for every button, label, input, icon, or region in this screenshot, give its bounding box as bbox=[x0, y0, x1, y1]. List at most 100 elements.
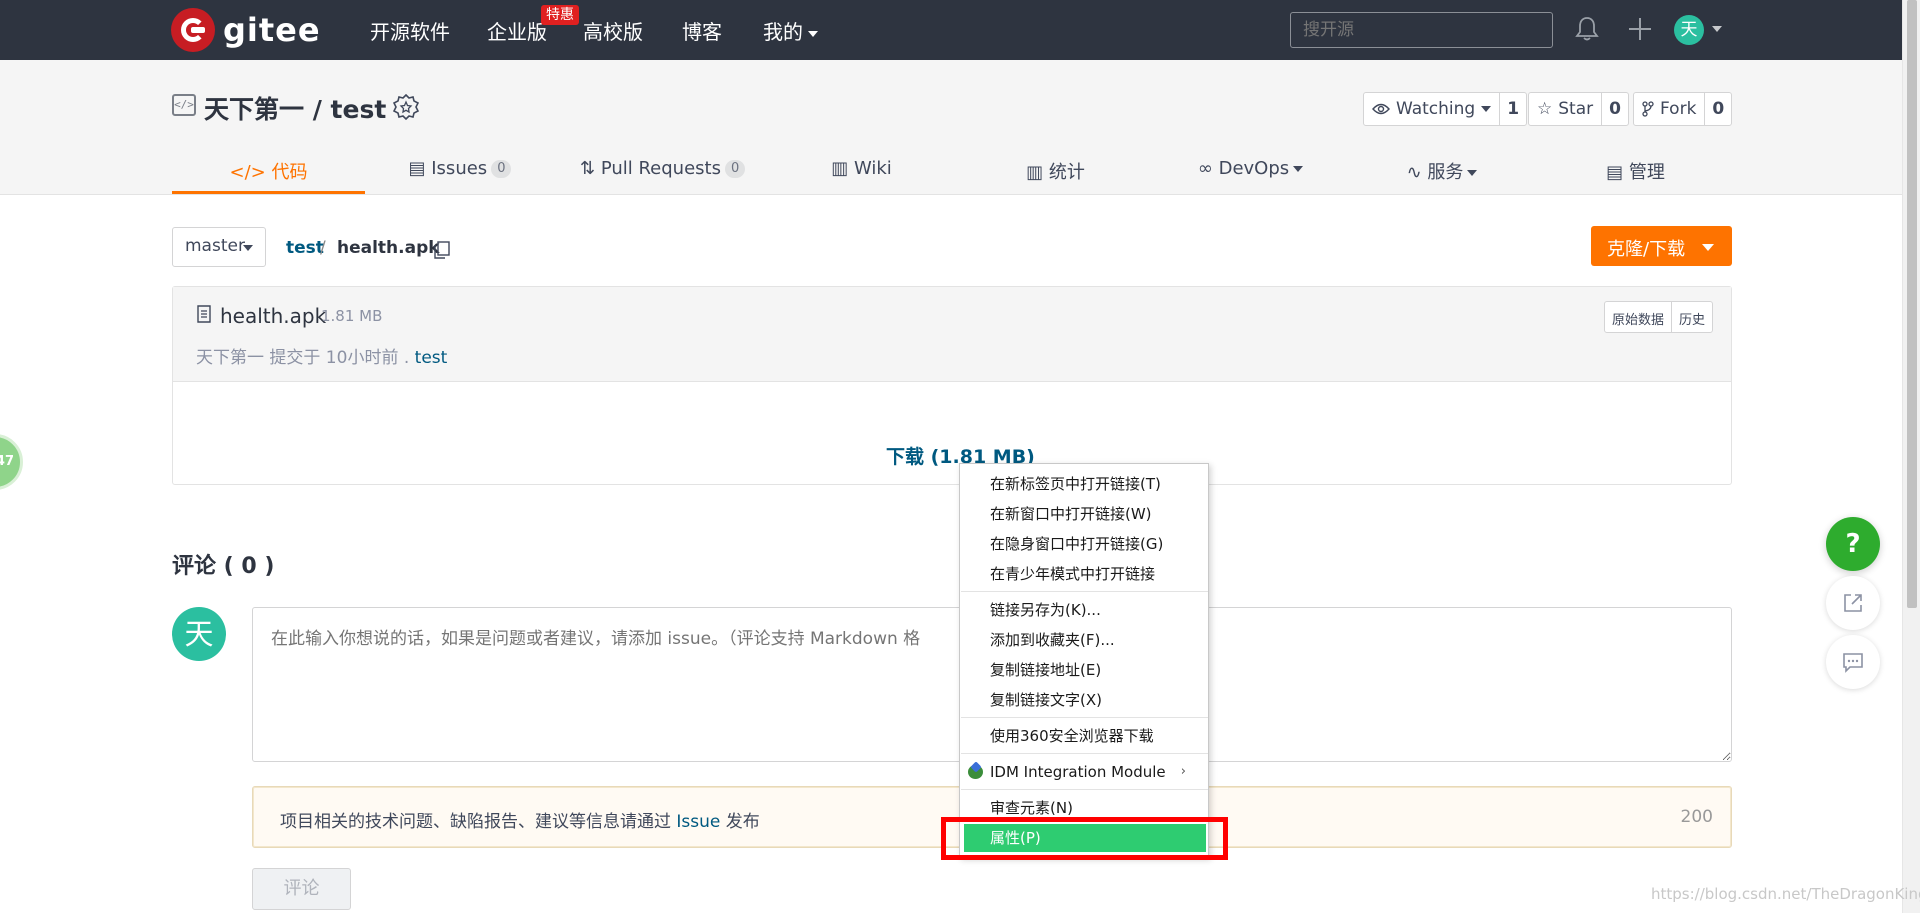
fork-icon bbox=[1642, 101, 1654, 117]
nav-item-university[interactable]: 高校版 bbox=[583, 16, 643, 45]
commit-author-time: 天下第一 提交于 10小时前 . bbox=[196, 348, 415, 368]
share-button[interactable] bbox=[1826, 576, 1880, 630]
file-viewer: health.apk 1.81 MB 天下第一 提交于 10小时前 . test… bbox=[172, 286, 1732, 485]
watch-button[interactable]: Watching bbox=[1364, 93, 1501, 125]
pulse-icon: ∿ bbox=[1406, 162, 1428, 183]
settings-doc-icon: ▤ bbox=[1606, 162, 1629, 183]
clone-download-label: 克隆/下载 bbox=[1607, 239, 1686, 260]
plus-icon[interactable] bbox=[1627, 16, 1653, 42]
watch-label: Watching bbox=[1396, 99, 1476, 119]
chevron-down-icon bbox=[1481, 106, 1492, 112]
chevron-down-icon bbox=[1467, 170, 1478, 176]
ctx-open-new-window[interactable]: 在新窗口中打开链接(W) bbox=[960, 500, 1208, 528]
pr-count: 0 bbox=[724, 160, 746, 178]
tab-stats[interactable]: ▥ 统计 bbox=[1023, 152, 1088, 194]
watch-count[interactable]: 1 bbox=[1500, 93, 1526, 125]
char-limit: 200 bbox=[1680, 807, 1713, 827]
nav-item-mine-label: 我的 bbox=[763, 20, 803, 44]
highlight-annotation-frame bbox=[941, 817, 1228, 860]
star-button[interactable]: ☆ Star bbox=[1529, 93, 1603, 125]
project-header: </> 天下第一 / test Watching 1 ☆ Star 0 Fork… bbox=[0, 60, 1902, 195]
breadcrumb-repo[interactable]: test bbox=[286, 238, 324, 258]
tab-pull-requests[interactable]: ⇅ Pull Requests 0 bbox=[580, 152, 746, 194]
breadcrumb-separator: / bbox=[320, 238, 326, 258]
tab-services-label: 服务 bbox=[1427, 162, 1464, 183]
copy-icon[interactable] bbox=[434, 241, 450, 259]
star-label: Star bbox=[1558, 99, 1594, 119]
book-icon: ▥ bbox=[831, 158, 854, 179]
tab-wiki[interactable]: ▥ Wiki bbox=[829, 152, 894, 194]
fork-count[interactable]: 0 bbox=[1705, 93, 1731, 125]
ctx-add-favorite[interactable]: 添加到收藏夹(F)... bbox=[960, 626, 1208, 654]
chevron-down-icon bbox=[1293, 166, 1304, 172]
comment-avatar: 天 bbox=[172, 607, 226, 661]
infinity-icon: ∞ bbox=[1197, 158, 1219, 179]
help-button[interactable]: ? bbox=[1826, 517, 1880, 571]
issues-count: 0 bbox=[491, 160, 512, 178]
star-count[interactable]: 0 bbox=[1602, 93, 1628, 125]
nav-item-blog[interactable]: 博客 bbox=[682, 16, 722, 45]
feedback-button[interactable] bbox=[1826, 635, 1880, 689]
clone-download-button[interactable]: 克隆/下载 bbox=[1591, 226, 1732, 266]
promo-badge: 特惠 bbox=[541, 5, 579, 25]
comments-title: 评论 ( 0 ) bbox=[172, 554, 275, 579]
fork-button[interactable]: Fork bbox=[1634, 93, 1706, 125]
chevron-down-icon bbox=[243, 245, 253, 251]
watch-button-group: Watching 1 bbox=[1363, 92, 1528, 126]
tab-issues-label: Issues bbox=[431, 158, 488, 179]
scrollbar-thumb[interactable] bbox=[1907, 0, 1917, 608]
floating-counter-badge[interactable]: 47 bbox=[0, 434, 23, 490]
ctx-idm-module[interactable]: IDM Integration Module › bbox=[960, 758, 1208, 786]
issues-icon: ▤ bbox=[408, 158, 432, 179]
file-icon bbox=[197, 305, 211, 323]
chevron-down-icon bbox=[808, 30, 818, 37]
ctx-open-incognito[interactable]: 在隐身窗口中打开链接(G) bbox=[960, 530, 1208, 558]
breadcrumb-file: health.apk bbox=[337, 238, 440, 258]
share-icon bbox=[1844, 594, 1862, 612]
idm-icon bbox=[968, 765, 983, 779]
menu-divider bbox=[961, 591, 1208, 592]
tab-code[interactable]: </> 代码 bbox=[172, 152, 365, 194]
gitee-logo-icon bbox=[171, 8, 215, 52]
bell-icon[interactable] bbox=[1575, 16, 1599, 42]
history-button[interactable]: 历史 bbox=[1670, 302, 1712, 332]
ctx-copy-link-text[interactable]: 复制链接文字(X) bbox=[960, 686, 1208, 714]
tab-issues[interactable]: ▤ Issues 0 bbox=[405, 152, 515, 194]
fork-label: Fork bbox=[1660, 99, 1697, 119]
commit-message-link[interactable]: test bbox=[415, 348, 448, 368]
ctx-open-teen-mode[interactable]: 在青少年模式中打开链接 bbox=[960, 560, 1208, 588]
code-icon: </> bbox=[229, 162, 272, 183]
repo-title[interactable]: 天下第一 / test bbox=[204, 90, 386, 126]
chevron-down-icon[interactable] bbox=[1712, 26, 1722, 32]
menu-divider bbox=[961, 717, 1208, 718]
chat-icon bbox=[1843, 653, 1863, 673]
nav-item-opensource[interactable]: 开源软件 bbox=[370, 16, 450, 45]
tab-devops-label: DevOps bbox=[1218, 158, 1290, 179]
tab-services[interactable]: ∿ 服务 bbox=[1403, 152, 1481, 194]
tab-stats-label: 统计 bbox=[1048, 162, 1085, 183]
notice-issue-link[interactable]: Issue bbox=[676, 812, 720, 832]
submit-comment-button[interactable]: 评论 bbox=[252, 868, 351, 910]
nav-item-mine[interactable]: 我的 bbox=[763, 16, 818, 45]
tab-manage-label: 管理 bbox=[1628, 162, 1665, 183]
commit-info: 天下第一 提交于 10小时前 . test bbox=[196, 343, 447, 368]
raw-button[interactable]: 原始数据 bbox=[1605, 302, 1671, 332]
tab-manage[interactable]: ▤ 管理 bbox=[1603, 152, 1668, 194]
gitee-logo[interactable]: gitee bbox=[171, 8, 321, 52]
ctx-open-new-tab[interactable]: 在新标签页中打开链接(T) bbox=[960, 470, 1208, 498]
ctx-360-download[interactable]: 使用360安全浏览器下载 bbox=[960, 722, 1208, 750]
menu-divider bbox=[961, 789, 1208, 790]
ctx-copy-link-address[interactable]: 复制链接地址(E) bbox=[960, 656, 1208, 684]
ctx-save-link-as[interactable]: 链接另存为(K)... bbox=[960, 596, 1208, 624]
file-name: health.apk bbox=[220, 304, 327, 328]
nav-item-enterprise[interactable]: 企业版 bbox=[487, 16, 547, 45]
page-scrollbar[interactable] bbox=[1902, 0, 1920, 913]
user-avatar[interactable]: 天 bbox=[1674, 15, 1704, 45]
fork-button-group: Fork 0 bbox=[1633, 92, 1733, 126]
search-input[interactable] bbox=[1290, 12, 1553, 48]
file-size: 1.81 MB bbox=[321, 307, 383, 325]
code-repo-icon: </> bbox=[172, 94, 196, 116]
tab-devops[interactable]: ∞ DevOps bbox=[1193, 152, 1308, 194]
chevron-right-icon: › bbox=[1180, 764, 1186, 779]
branch-select[interactable]: master bbox=[172, 227, 266, 267]
